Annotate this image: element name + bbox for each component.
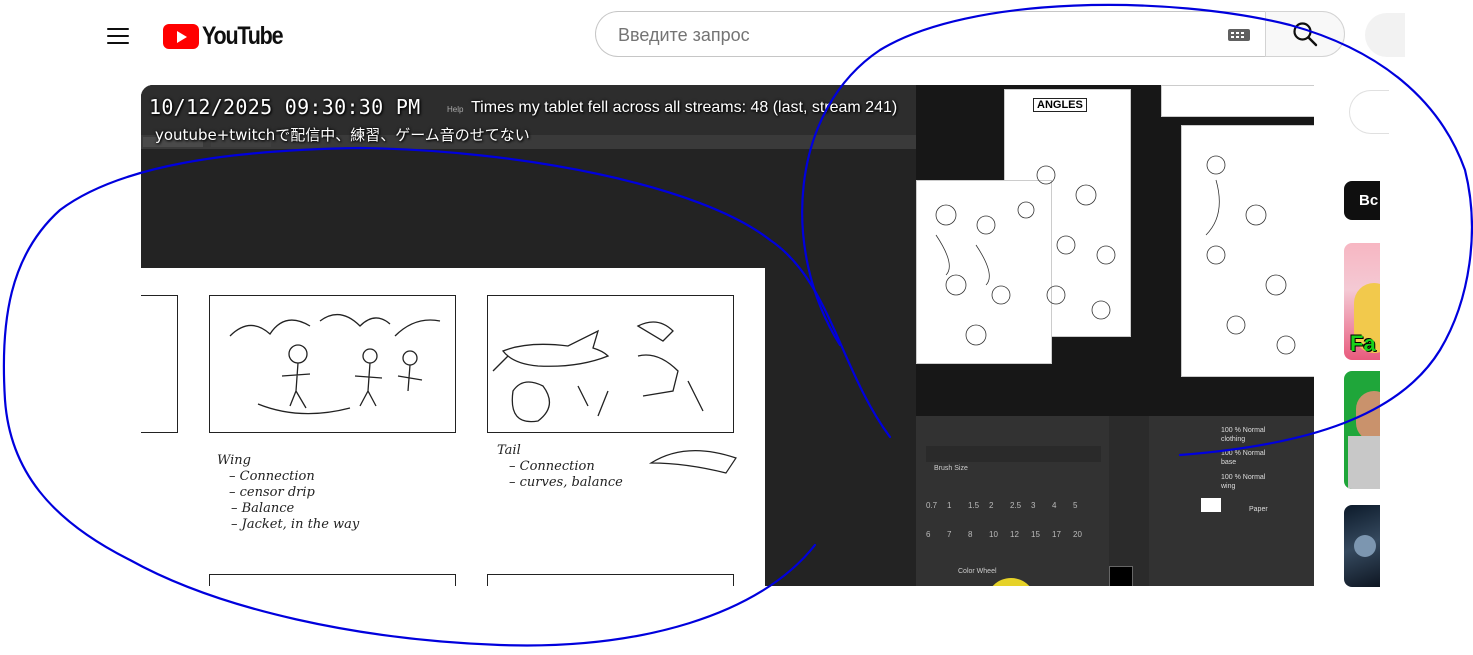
logo-text: YouTube: [202, 21, 284, 50]
stream-timestamp: 10/12/2025 09:30:30 PM: [149, 95, 421, 119]
layer-paper: Paper: [1249, 506, 1268, 513]
stream-subtitle: youtube+twitchで配信中、練習、ゲーム音のせてない: [155, 126, 530, 144]
color-wheel-label: Color Wheel: [958, 568, 997, 575]
brush-size-label: Brush Size: [934, 465, 968, 472]
related-thumbnail[interactable]: [1344, 371, 1380, 489]
related-thumbnail[interactable]: Fa: [1344, 243, 1380, 360]
keyboard-icon[interactable]: [1228, 29, 1250, 41]
video-player[interactable]: Help Wing – Connection – censor drip – B…: [141, 85, 1314, 586]
storyboard-frame: [209, 295, 456, 433]
tablet-fall-counter: Times my tablet fell across all streams:…: [471, 99, 898, 116]
storyboard-frame: [487, 574, 734, 586]
storyboard-page: Wing – Connection – censor drip – Balanc…: [141, 268, 765, 586]
menu-icon[interactable]: [100, 18, 136, 54]
tail-notes: Tail – Connection – curves, balance: [497, 443, 623, 490]
wing-sketch: [229, 314, 441, 415]
mic-button[interactable]: [1365, 13, 1405, 57]
youtube-play-icon: [163, 23, 199, 49]
drawing-canvas-area: Help Wing – Connection – censor drip – B…: [141, 85, 916, 586]
youtube-logo[interactable]: YouTube: [163, 21, 295, 50]
related-thumbnail[interactable]: [1344, 505, 1380, 587]
color-swatch: [1109, 566, 1133, 586]
search-icon: [1293, 22, 1318, 47]
character-sketches: [935, 155, 1296, 355]
layer-panel: 100 % Normal clothing 100 % Normal base …: [1171, 416, 1314, 536]
wing-notes: Wing – Connection – censor drip – Balanc…: [217, 453, 360, 532]
brush-size-grid: 0.7 1 1.5 2 2.5 3 4 5 6 7 8 10 12 15 17 20: [926, 501, 1082, 539]
shark-sketch: [492, 321, 704, 423]
storyboard-frame: [141, 295, 178, 433]
search-button[interactable]: [1265, 11, 1345, 57]
storyboard-frame: [209, 574, 456, 586]
wing-detail-sketch: [648, 450, 737, 474]
tool-palette: [1109, 416, 1149, 586]
app-menu-help: Help: [447, 105, 464, 114]
clip-studio-panel: Brush Size 0.7 1 1.5 2 2.5 3 4 5 6 7 8 10 12 15 17 2…: [916, 416, 1314, 586]
layer-base: 100 % Normal base: [1221, 450, 1266, 466]
search-input[interactable]: [616, 12, 1210, 58]
storyboard-frame: [487, 295, 734, 433]
thumb-text: Fa: [1350, 331, 1376, 356]
search-box: [595, 11, 1265, 58]
layer-clothing: 100 % Normal clothing: [1221, 427, 1266, 443]
sidebar-pill[interactable]: [1349, 90, 1389, 134]
color-wheel: [986, 578, 1036, 586]
layer-wing: 100 % Normal wing: [1221, 474, 1266, 490]
chip-all[interactable]: Вс: [1344, 181, 1380, 220]
